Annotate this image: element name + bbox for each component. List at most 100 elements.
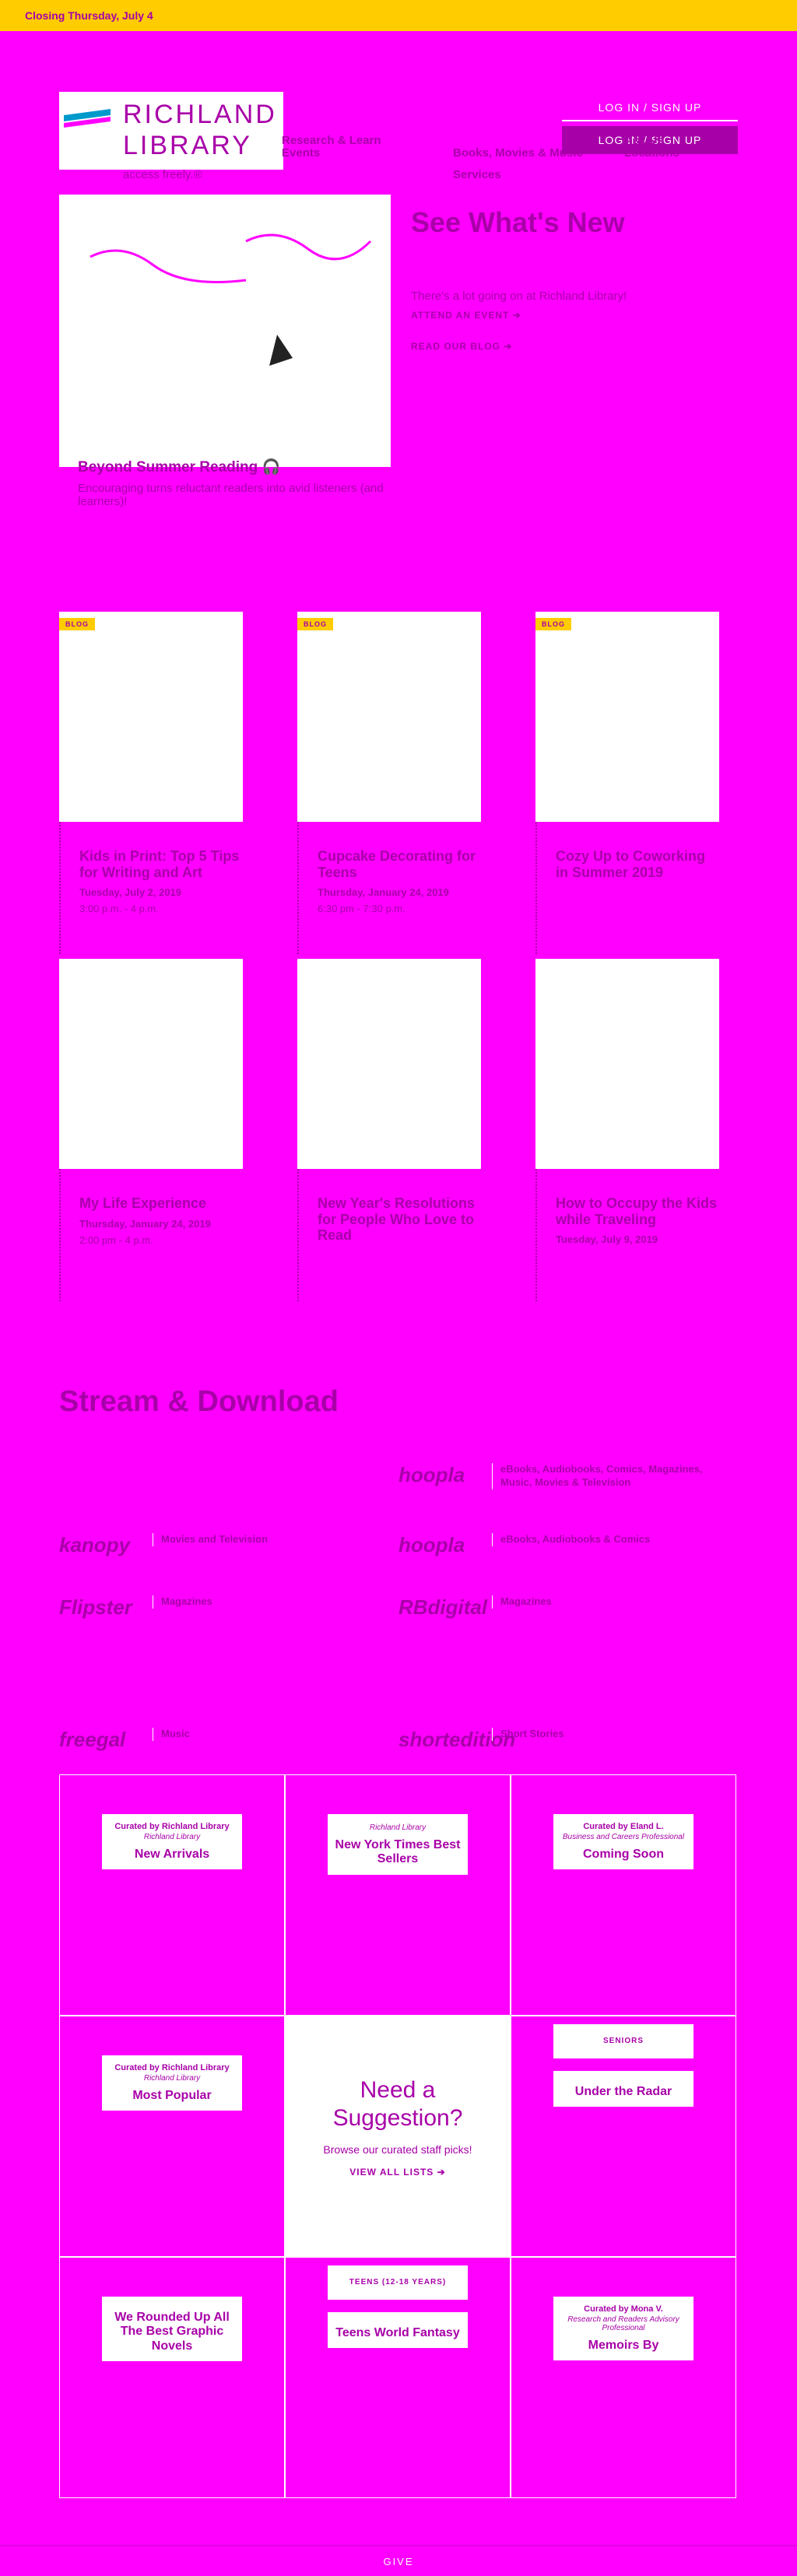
stream-item[interactable]: hoopla eBooks, Audiobooks & Comics xyxy=(398,1525,725,1572)
stream-desc: Short Stories xyxy=(492,1728,725,1741)
suggest-title-line2: Suggestion? xyxy=(332,2105,463,2131)
event-card-date: Tuesday, July 9, 2019 xyxy=(556,1234,658,1246)
event-card[interactable]: BLOG Cupcake Decorating for Teens Thursda… xyxy=(297,612,481,954)
list-tile-curator: Curated by Mona V. xyxy=(584,2304,663,2314)
list-tile[interactable]: Curated by Richland Library Richland Libr… xyxy=(59,1774,285,2016)
list-tile-who: Richland Library xyxy=(143,1833,201,1841)
event-card-date: Thursday, January 24, 2019 xyxy=(318,886,449,899)
list-tile[interactable]: We Rounded Up All The Best Graphic Novel… xyxy=(59,2257,285,2498)
event-card-title[interactable]: Cupcake Decorating for Teens xyxy=(318,848,481,880)
list-tile-badge: TEENS (12-18 YEARS) xyxy=(328,2265,468,2300)
list-tile-card: Under the Radar xyxy=(553,2071,693,2107)
hero-title: See What's New xyxy=(411,206,625,238)
list-tile-title[interactable]: Under the Radar xyxy=(558,2085,689,2099)
suggest-title-line1: Need a xyxy=(360,2077,436,2103)
nav-ask-us[interactable]: Ask Us xyxy=(624,134,664,147)
stream-logo[interactable]: hoopla xyxy=(398,1525,476,1564)
list-tile[interactable]: SENIORS Under the Radar xyxy=(511,2016,736,2257)
list-tile-badge: SENIORS xyxy=(553,2024,693,2058)
nav-events[interactable]: Events xyxy=(282,146,320,160)
stream-item[interactable]: hoopla eBooks, Audiobooks, Comics, Magaz… xyxy=(398,1455,725,1502)
event-card-image: BLOG xyxy=(59,612,243,822)
nav-research-learn[interactable]: Research & Learn xyxy=(282,134,381,147)
attend-event-link[interactable]: ATTEND AN EVENT ➔ xyxy=(411,310,521,321)
list-tile-title[interactable]: We Rounded Up All The Best Graphic Novel… xyxy=(107,2311,237,2353)
event-card-title[interactable]: Kids in Print: Top 5 Tips for Writing an… xyxy=(79,848,243,880)
stream-item[interactable]: RBdigital Magazines xyxy=(398,1588,725,1634)
event-card-title[interactable]: New Year's Resolutions for People Who Lo… xyxy=(318,1195,481,1244)
hero-caption-title[interactable]: Beyond Summer Reading 🎧 xyxy=(78,459,405,477)
list-tile-curator: Curated by Richland Library xyxy=(114,2063,230,2072)
event-card[interactable]: BLOG Cozy Up to Coworking in Summer 2019 xyxy=(535,612,719,954)
stream-item[interactable]: shortedition Short Stories xyxy=(398,1720,725,1767)
list-tile-title[interactable]: Most Popular xyxy=(107,2089,237,2103)
event-card-time: 3:00 p.m. - 4 p.m. xyxy=(79,903,159,915)
event-card-image: BLOG xyxy=(535,612,719,822)
stream-logo[interactable]: freegal xyxy=(59,1720,137,1759)
event-card-date: Thursday, January 24, 2019 xyxy=(79,1217,211,1230)
site-header: RICHLAND LIBRARY access freely.® LOG IN … xyxy=(0,31,797,195)
event-card-tag: BLOG xyxy=(297,618,333,630)
login-link[interactable]: LOG IN / SIGN UP xyxy=(562,93,738,121)
nav-services[interactable]: Services xyxy=(453,168,501,181)
read-blog-link[interactable]: READ OUR BLOG ➔ xyxy=(411,341,512,352)
stream-logo[interactable]: kanopy xyxy=(59,1525,137,1564)
event-card-tag: BLOG xyxy=(535,618,571,630)
hero-caption[interactable]: Beyond Summer Reading 🎧 Encouraging turn… xyxy=(78,459,405,508)
stream-logo[interactable]: RBdigital xyxy=(398,1588,487,1627)
site-footer: GIVE xyxy=(0,2545,797,2576)
tagline: access freely.® xyxy=(123,168,202,181)
hero-caption-text: Encouraging turns reluctant readers into… xyxy=(78,481,384,508)
suggest-text: Browse our curated staff picks! xyxy=(323,2143,472,2156)
stream-desc: Magazines xyxy=(492,1595,725,1609)
list-tile-card: Curated by Richland Library Richland Libr… xyxy=(102,2055,242,2111)
event-card[interactable]: BLOG Kids in Print: Top 5 Tips for Writi… xyxy=(59,612,243,954)
list-tile[interactable]: TEENS (12-18 YEARS) Teens World Fantasy xyxy=(285,2257,511,2498)
list-tile[interactable]: Curated by Richland Library Richland Libr… xyxy=(59,2016,285,2257)
view-all-lists-button[interactable]: VIEW ALL LISTS ➔ xyxy=(285,2167,511,2178)
event-card-image xyxy=(297,959,481,1169)
stream-item[interactable]: freegal Music xyxy=(59,1720,386,1767)
nav-books-movies-music[interactable]: Books, Movies & Music xyxy=(453,146,583,160)
list-tile-card: Richland Library New York Times Best Sell… xyxy=(328,1814,468,1875)
list-tile[interactable]: Richland Library New York Times Best Sell… xyxy=(285,1774,511,2016)
list-tile-title[interactable]: New Arrivals xyxy=(107,1848,237,1862)
list-tile-title[interactable]: Coming Soon xyxy=(558,1848,689,1862)
give-link[interactable]: GIVE xyxy=(383,2556,413,2567)
hero-image[interactable] xyxy=(59,195,391,467)
suggest-title: Need a Suggestion? xyxy=(285,2076,511,2132)
list-tile-title[interactable]: Memoirs By xyxy=(558,2339,689,2353)
list-tile-title[interactable]: Teens World Fantasy xyxy=(332,2326,463,2340)
list-tile[interactable]: Curated by Eland L. Business and Careers … xyxy=(511,1774,736,2016)
stream-item[interactable]: kanopy Movies and Television xyxy=(59,1525,386,1572)
event-card[interactable]: New Year's Resolutions for People Who Lo… xyxy=(297,959,481,1301)
suggestion-panel: Need a Suggestion? Browse our curated sta… xyxy=(285,2016,511,2257)
list-tile-who: Richland Library xyxy=(143,2074,201,2083)
list-tile-card: Curated by Eland L. Business and Careers … xyxy=(553,1814,693,1870)
list-tile-curator: Curated by Richland Library xyxy=(114,1822,230,1831)
list-tile-curator: Curated by Eland L. xyxy=(583,1822,664,1831)
list-tile[interactable]: Curated by Mona V. Research and Readers A… xyxy=(511,2257,736,2498)
list-tile-who: Business and Careers Professional xyxy=(562,1833,685,1841)
stream-item[interactable]: Flipster Magazines xyxy=(59,1588,386,1634)
stream-logo[interactable]: shortedition xyxy=(398,1720,515,1759)
event-card-title[interactable]: My Life Experience xyxy=(79,1195,243,1212)
event-card-title[interactable]: Cozy Up to Coworking in Summer 2019 xyxy=(556,848,719,880)
nav-locations[interactable]: Locations xyxy=(624,146,679,160)
logo-line-1: RICHLAND xyxy=(123,100,277,129)
event-card-date: Tuesday, July 2, 2019 xyxy=(79,886,182,899)
event-card-title[interactable]: How to Occupy the Kids while Traveling xyxy=(556,1195,719,1227)
logo[interactable]: RICHLAND LIBRARY xyxy=(59,92,283,170)
stream-desc: Music xyxy=(153,1728,386,1741)
list-tile-title[interactable]: New York Times Best Sellers xyxy=(332,1838,463,1867)
event-card[interactable]: How to Occupy the Kids while Traveling Tu… xyxy=(535,959,719,1301)
stream-logo[interactable]: Flipster xyxy=(59,1588,137,1627)
logo-mark-icon xyxy=(64,109,111,128)
event-card-image: BLOG xyxy=(297,612,481,822)
alert-bar[interactable]: Closing Thursday, July 4 xyxy=(0,0,797,31)
alert-text[interactable]: Closing Thursday, July 4 xyxy=(25,9,153,22)
stream-desc: Magazines xyxy=(153,1595,386,1609)
event-card[interactable]: My Life Experience Thursday, January 24, … xyxy=(59,959,243,1301)
event-card-image xyxy=(59,959,243,1169)
stream-logo[interactable]: hoopla xyxy=(398,1455,476,1494)
